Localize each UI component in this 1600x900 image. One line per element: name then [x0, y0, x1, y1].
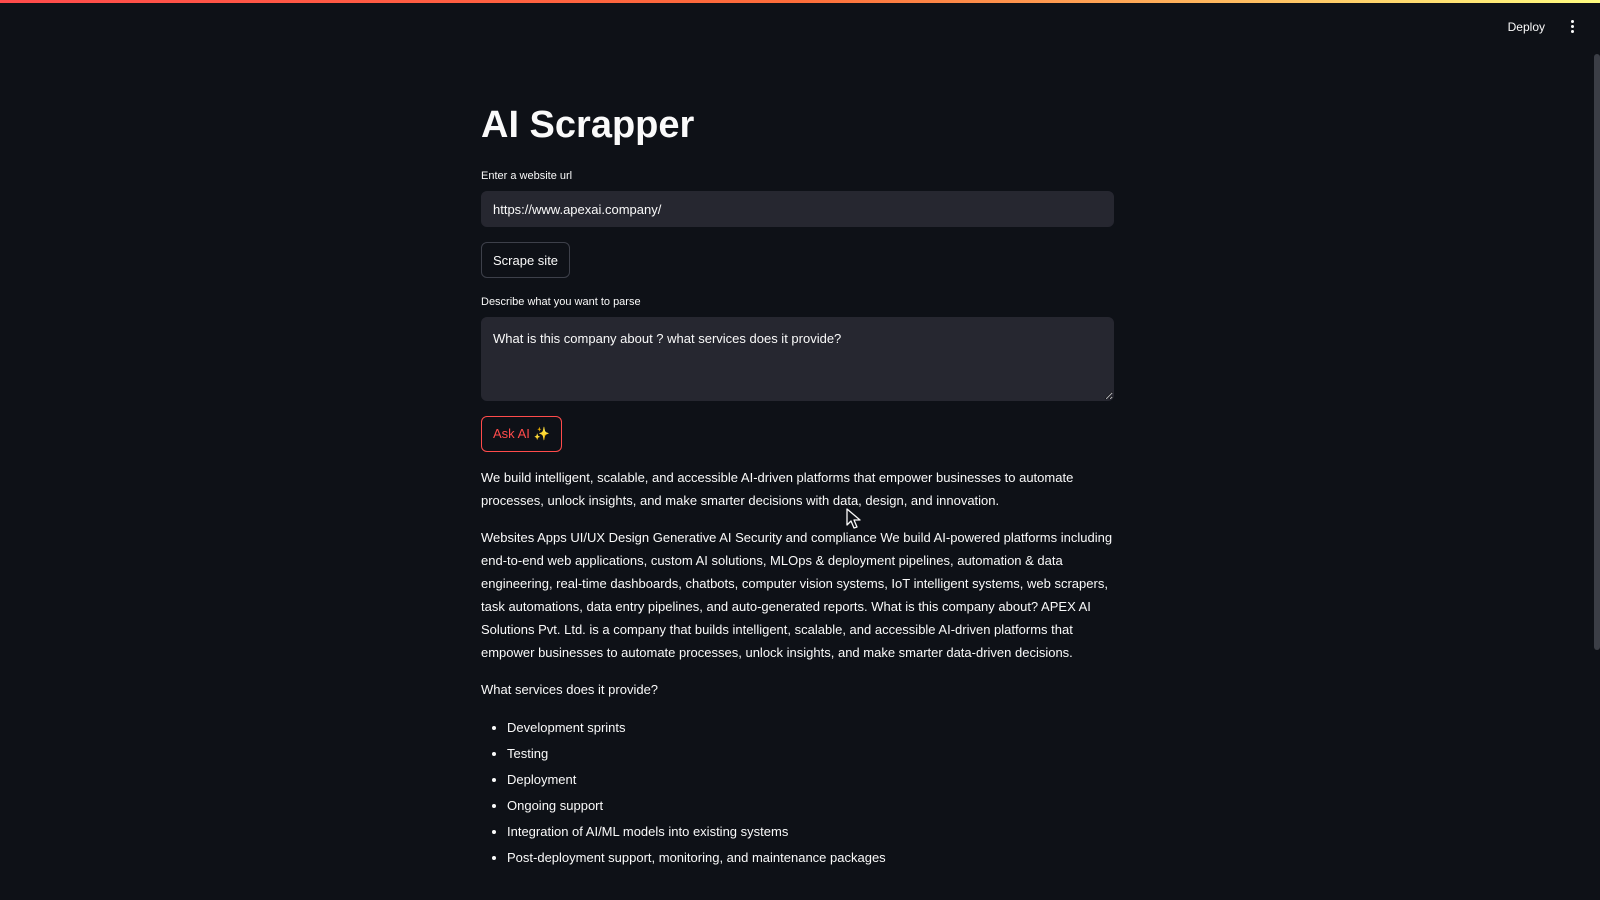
ai-response: We build intelligent, scalable, and acce…: [481, 466, 1114, 871]
list-item: Deployment: [507, 767, 1114, 793]
url-input[interactable]: [481, 191, 1114, 227]
response-paragraph: Websites Apps UI/UX Design Generative AI…: [481, 530, 1113, 660]
app-header: Deploy: [1508, 18, 1578, 35]
page-title: AI Scrapper: [481, 104, 695, 146]
top-decoration-bar: [0, 0, 1600, 3]
scrape-site-button[interactable]: Scrape site: [481, 242, 571, 278]
kebab-menu-icon[interactable]: [1567, 18, 1578, 35]
response-paragraph: We build intelligent, scalable, and acce…: [481, 470, 1074, 508]
parse-description-input[interactable]: What is this company about ? what servic…: [481, 317, 1114, 401]
parse-label: Describe what you want to parse: [481, 296, 641, 308]
services-list: Development sprints Testing Deployment O…: [481, 715, 1114, 871]
list-item: Development sprints: [507, 715, 1114, 741]
list-item: Testing: [507, 741, 1114, 767]
deploy-button[interactable]: Deploy: [1508, 20, 1545, 34]
response-paragraph: What services does it provide?: [481, 682, 659, 697]
list-item: Integration of AI/ML models into existin…: [507, 819, 1114, 845]
scrollbar[interactable]: [1594, 54, 1600, 650]
mouse-cursor-icon: [846, 508, 861, 529]
list-item: Post-deployment support, monitoring, and…: [507, 845, 1114, 871]
list-item: Ongoing support: [507, 793, 1114, 819]
url-label: Enter a website url: [481, 170, 573, 182]
ask-ai-button[interactable]: Ask AI ✨: [481, 416, 562, 452]
